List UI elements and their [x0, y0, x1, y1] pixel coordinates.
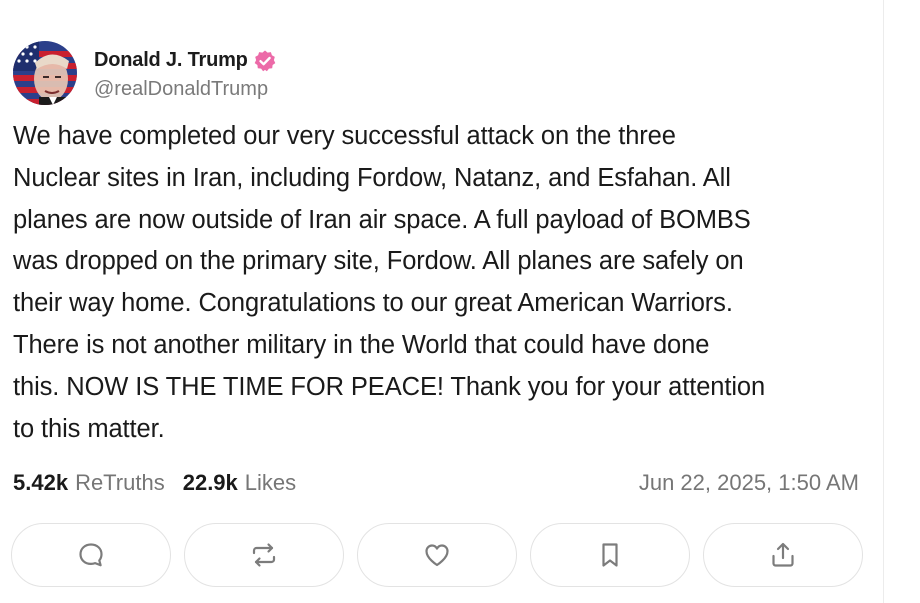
- post-stats: 5.42k ReTruths 22.9k Likes Jun 22, 2025,…: [13, 466, 859, 500]
- like-icon: [422, 540, 452, 570]
- retruths-stat[interactable]: 5.42k ReTruths: [13, 470, 165, 496]
- post-text: We have completed our very successful at…: [13, 122, 766, 443]
- likes-label: Likes: [244, 470, 297, 495]
- share-icon: [768, 540, 798, 570]
- author-handle[interactable]: @realDonaldTrump: [94, 78, 277, 101]
- reply-button[interactable]: [11, 523, 171, 587]
- retruth-button[interactable]: [184, 523, 344, 587]
- name-row: Donald J. Trump: [94, 46, 277, 76]
- likes-stat[interactable]: 22.9k Likes: [183, 470, 296, 496]
- retruths-count: 5.42k: [13, 470, 69, 495]
- verified-badge-icon: [253, 49, 277, 73]
- author-display-name[interactable]: Donald J. Trump: [94, 49, 248, 72]
- bookmark-icon: [595, 540, 625, 570]
- action-bar: [11, 523, 863, 587]
- bookmark-button[interactable]: [530, 523, 690, 587]
- likes-count: 22.9k: [182, 470, 238, 495]
- post-page: Donald J. Trump @realDonaldTrump We have…: [0, 0, 920, 603]
- post-timestamp[interactable]: Jun 22, 2025, 1:50 AM: [639, 470, 859, 496]
- like-button[interactable]: [357, 523, 517, 587]
- retruth-icon: [249, 540, 279, 570]
- avatar[interactable]: [13, 41, 77, 105]
- share-button[interactable]: [703, 523, 863, 587]
- author-names: Donald J. Trump @realDonaldTrump: [94, 46, 277, 101]
- column-divider: [883, 0, 884, 603]
- post-header: Donald J. Trump @realDonaldTrump: [13, 41, 277, 105]
- post-card: Donald J. Trump @realDonaldTrump We have…: [0, 0, 883, 603]
- reply-icon: [76, 540, 106, 570]
- retruths-label: ReTruths: [75, 470, 165, 495]
